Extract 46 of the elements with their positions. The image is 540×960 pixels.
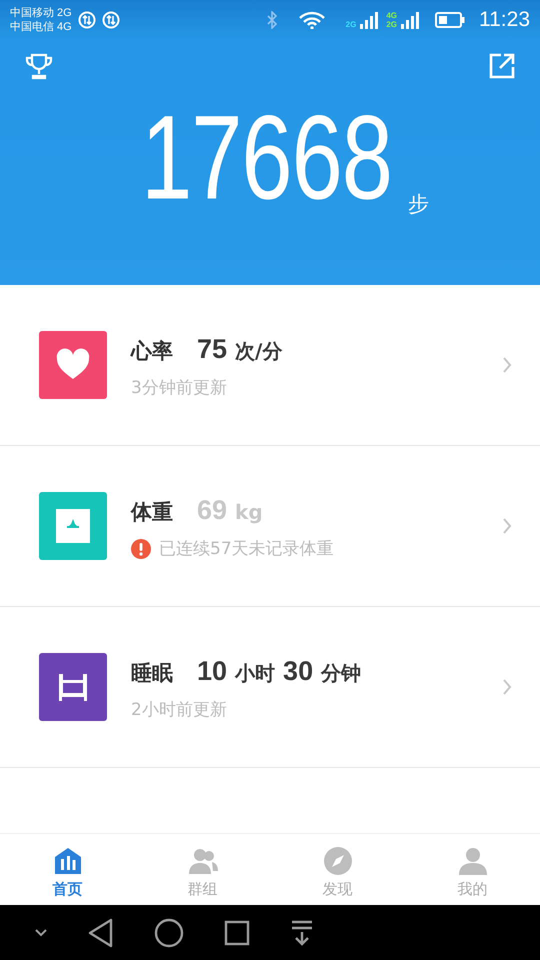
metric-row[interactable]: 睡眠 10 小时 30 分钟 2小时前更新 [0,607,540,768]
data-transfer-icon [78,11,96,29]
network-label: 2G [386,20,397,29]
signal-icon [401,11,421,29]
bed-tile-icon [39,653,107,721]
metric-note: 3分钟前更新 [131,376,227,400]
home-icon [52,846,82,876]
trophy-icon[interactable] [24,52,54,82]
tab-button[interactable]: 群组 [135,834,270,905]
status-time: 11:23 [479,7,530,34]
data-transfer-icon [102,11,120,29]
back-icon[interactable] [88,918,114,948]
step-unit: 步 [408,190,429,218]
metric-title: 睡眠 [131,660,173,687]
tab-button[interactable]: 首页 [0,834,135,905]
people-icon [188,846,218,876]
tab-button[interactable]: 发现 [270,834,405,905]
metric-value: 75 次/分 [197,333,282,366]
share-icon[interactable] [488,52,516,80]
step-count: 17668 [141,98,392,218]
metric-title: 体重 [131,499,173,526]
carrier-label: 中国移动 2G [10,6,72,20]
signal-icon [360,11,380,29]
home-circle-icon[interactable] [154,918,184,948]
network-label: 4G [386,11,397,20]
person-icon [458,846,488,876]
wifi-icon [298,11,326,29]
chevron-right-icon [502,678,512,696]
bluetooth-icon [266,11,278,29]
metric-row[interactable]: 心率 75 次/分 3分钟前更新 [0,285,540,446]
carrier-label: 中国电信 4G [10,20,72,34]
battery-icon [435,11,465,29]
tab-button[interactable]: 我的 [405,834,540,905]
recent-apps-icon[interactable] [224,920,250,946]
metric-value: 10 小时 30 分钟 [197,655,362,688]
metric-note: 已连续57天未记录体重 [159,538,334,560]
heart-tile-icon [39,331,107,399]
metric-title: 心率 [131,338,173,365]
notification-pull-icon[interactable] [290,920,314,946]
compass-icon [322,846,352,876]
metric-note: 2小时前更新 [131,698,227,722]
chevron-right-icon [502,356,512,374]
network-label: 2G [346,20,356,29]
chevron-right-icon [502,517,512,535]
scale-tile-icon [39,492,107,560]
chevron-down-icon[interactable] [34,928,48,938]
